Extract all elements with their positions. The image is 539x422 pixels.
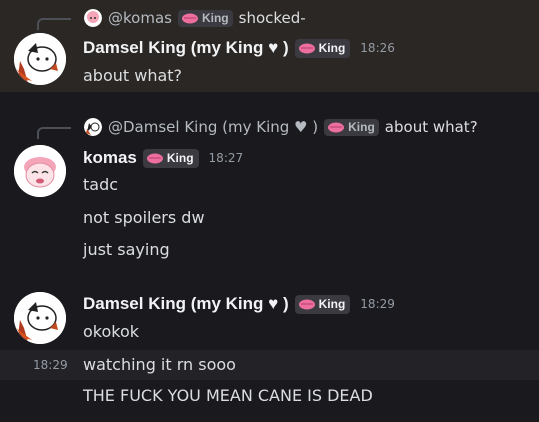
avatar-image [14, 145, 66, 197]
reply-author[interactable]: @Damsel King (my King ♥ ) [108, 118, 318, 136]
author-name[interactable]: komas [83, 148, 137, 168]
message-row-hovered[interactable]: 18:29 watching it rn sooo [0, 350, 539, 380]
reply-avatar-icon [84, 118, 102, 136]
message-text: THE FUCK YOU MEAN CANE IS DEAD [83, 386, 373, 405]
message-text: okokok [83, 322, 140, 341]
message-timestamp[interactable]: 18:29 [360, 297, 395, 311]
king-tag-icon [298, 299, 315, 309]
reply-connector [37, 18, 71, 30]
reply-preview[interactable]: @komas King shocked- [84, 9, 306, 27]
message-text: just saying [83, 240, 170, 259]
message-row[interactable]: THE FUCK YOU MEAN CANE IS DEAD [0, 382, 539, 412]
message-header: Damsel King (my King ♥ ) King 18:26 [83, 38, 395, 58]
message-timestamp[interactable]: 18:27 [209, 151, 244, 165]
author-name[interactable]: Damsel King (my King ♥ ) [83, 294, 289, 314]
hover-timestamp[interactable]: 18:29 [33, 358, 68, 372]
author-name[interactable]: Damsel King (my King ♥ ) [83, 38, 289, 58]
reply-role-tag: King [177, 9, 233, 27]
reply-connector [37, 127, 71, 139]
message-text: not spoilers dw [83, 208, 205, 227]
role-tag[interactable]: King [294, 294, 351, 314]
king-tag-icon [146, 153, 163, 163]
avatar-image [14, 33, 66, 85]
reply-content[interactable]: shocked- [239, 9, 306, 27]
reply-content[interactable]: about what? [385, 118, 478, 136]
message-group-1[interactable]: @komas King shocked- Damsel King (my Kin… [0, 0, 539, 92]
role-tag[interactable]: King [142, 148, 199, 168]
avatar[interactable] [14, 33, 66, 85]
king-tag-icon [328, 122, 345, 132]
reply-preview[interactable]: @Damsel King (my King ♥ ) King about wha… [84, 118, 478, 136]
role-tag[interactable]: King [294, 38, 351, 58]
avatar[interactable] [14, 292, 66, 344]
message-header: komas King 18:27 [83, 148, 243, 168]
king-tag-icon [181, 13, 198, 23]
message-group-2[interactable]: @Damsel King (my King ♥ ) King about wha… [0, 112, 539, 272]
message-text: tadc [83, 175, 119, 194]
avatar[interactable] [14, 145, 66, 197]
message-text: watching it rn sooo [83, 355, 236, 374]
message-text: about what? [83, 66, 183, 85]
message-timestamp[interactable]: 18:26 [360, 41, 395, 55]
reply-author[interactable]: @komas [108, 9, 172, 27]
avatar-image [14, 292, 66, 344]
message-header: Damsel King (my King ♥ ) King 18:29 [83, 294, 395, 314]
king-tag-icon [298, 43, 315, 53]
reply-role-tag: King [324, 118, 379, 136]
reply-avatar-icon [84, 9, 102, 27]
message-group-3[interactable]: Damsel King (my King ♥ ) King 18:29 okok… [0, 284, 539, 354]
